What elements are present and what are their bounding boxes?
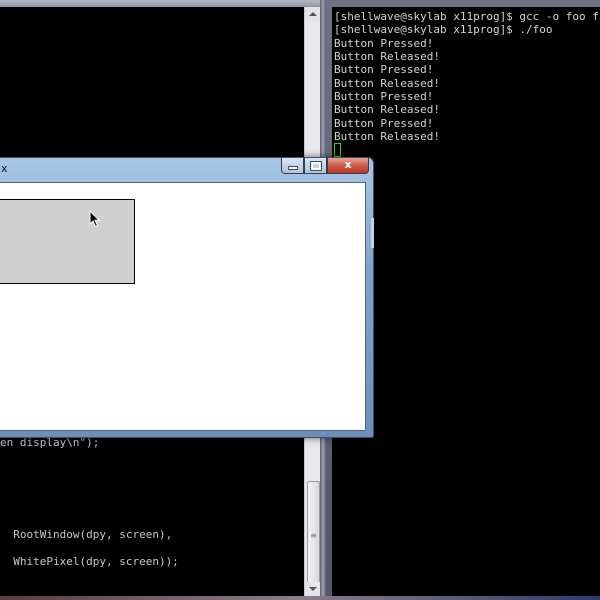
minimize-icon [289,167,297,169]
terminal-line: Button Released! [334,50,440,63]
terminal-line: Button Pressed! [334,117,434,130]
mouse-pointer-icon [89,210,101,228]
window-edge-highlight [371,218,374,248]
x11-client-area[interactable] [0,182,366,431]
close-button[interactable]: x [327,158,369,174]
terminal-line: [shellwave@skylab x11prog]$ gcc -o foo f [334,10,599,23]
code-line: WhitePixel(dpy, screen)); [0,555,179,568]
terminal-line: Button Pressed! [334,90,434,103]
bottom-window-frame [0,596,600,600]
terminal-line: Button Released! [334,130,440,143]
maximize-button[interactable] [304,158,327,174]
scroll-grip-icon: ≡ [310,531,317,540]
gray-rectangle-button[interactable] [0,199,135,284]
close-icon: x [344,158,352,171]
terminal-line: Button Pressed! [334,37,434,50]
scroll-up-arrow-icon[interactable] [305,7,321,21]
x11-window[interactable]: x x [0,157,374,438]
caption-buttons: x [281,158,369,174]
maximize-icon [310,161,322,171]
terminal-line: Button Pressed! [334,63,434,76]
window-title: x [1,162,8,175]
terminal-line: [shellwave@skylab x11prog]$ ./foo [334,23,553,36]
scrollbar-thumb[interactable]: ≡ [307,481,320,593]
left-window-top-frame [0,0,326,7]
scroll-down-arrow-icon[interactable] [305,582,321,596]
terminal-cursor [334,143,341,157]
code-line: RootWindow(dpy, screen), [0,528,173,541]
terminal-line: Button Released! [334,77,440,90]
minimize-button[interactable] [281,158,304,174]
terminal-line: Button Released! [334,103,440,116]
